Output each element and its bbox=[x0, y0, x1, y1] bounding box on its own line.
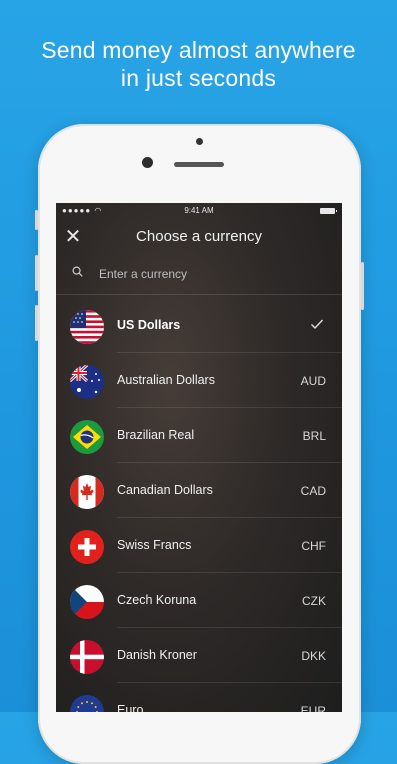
br-flag-icon bbox=[70, 420, 104, 454]
dk-flag-icon bbox=[70, 640, 104, 674]
eu-flag-icon bbox=[70, 695, 104, 712]
cz-flag-icon bbox=[70, 585, 104, 619]
search-icon bbox=[72, 266, 83, 277]
currency-name: Canadian Dollars bbox=[117, 483, 213, 497]
currency-code: DKK bbox=[301, 649, 326, 663]
volume-down-button bbox=[35, 305, 38, 341]
currency-code: BRL bbox=[302, 429, 326, 443]
search-input[interactable] bbox=[97, 264, 321, 284]
headline: Send money almost anywhere in just secon… bbox=[0, 36, 397, 92]
headline-line-1: Send money almost anywhere bbox=[41, 37, 356, 63]
power-button bbox=[361, 262, 364, 310]
currency-name: Danish Kroner bbox=[117, 648, 197, 662]
currency-row-aud[interactable]: Australian Dollars AUD bbox=[56, 353, 342, 408]
status-bar: ●●●●● ◠ 9:41 AM bbox=[56, 203, 342, 219]
checkmark-icon bbox=[311, 319, 324, 330]
currency-code: CHF bbox=[301, 539, 326, 553]
currency-name: Swiss Francs bbox=[117, 538, 192, 552]
au-flag-icon bbox=[70, 365, 104, 399]
currency-row-chf[interactable]: Swiss Francs CHF bbox=[56, 518, 342, 573]
currency-code: AUD bbox=[300, 374, 326, 388]
nav-bar: ✕ Choose a currency bbox=[56, 223, 342, 253]
earpiece-speaker bbox=[174, 162, 224, 167]
currency-row-brl[interactable]: Brazilian Real BRL bbox=[56, 408, 342, 463]
front-camera bbox=[142, 157, 153, 168]
search-divider bbox=[56, 294, 342, 295]
currency-name: Euro bbox=[117, 703, 144, 712]
currency-name: Brazilian Real bbox=[117, 428, 195, 442]
currency-row-cad[interactable]: Canadian Dollars CAD bbox=[56, 463, 342, 518]
status-time: 9:41 AM bbox=[184, 206, 214, 215]
currency-screen: ●●●●● ◠ 9:41 AM ✕ Choose a currency US D… bbox=[56, 203, 342, 712]
us-flag-icon bbox=[70, 310, 104, 344]
currency-code: CAD bbox=[300, 484, 326, 498]
currency-code: EUR bbox=[300, 704, 326, 712]
mute-switch bbox=[35, 210, 38, 230]
currency-row-czk[interactable]: Czech Koruna CZK bbox=[56, 573, 342, 628]
volume-up-button bbox=[35, 255, 38, 291]
headline-line-2: in just seconds bbox=[120, 65, 277, 91]
currency-row-eur[interactable]: Euro EUR bbox=[56, 683, 342, 712]
currency-row-usd[interactable]: US Dollars bbox=[56, 298, 342, 353]
currency-name: US Dollars bbox=[117, 318, 181, 332]
proximity-sensor bbox=[196, 138, 203, 145]
ca-flag-icon bbox=[70, 475, 104, 509]
currency-name: Czech Koruna bbox=[117, 593, 197, 607]
currency-row-dkk[interactable]: Danish Kroner DKK bbox=[56, 628, 342, 683]
currency-code: CZK bbox=[302, 594, 326, 608]
page-title: Choose a currency bbox=[136, 228, 262, 245]
currency-name: Australian Dollars bbox=[117, 373, 215, 387]
ch-flag-icon bbox=[70, 530, 104, 564]
search-bar[interactable] bbox=[72, 263, 326, 285]
battery-icon bbox=[320, 208, 337, 214]
